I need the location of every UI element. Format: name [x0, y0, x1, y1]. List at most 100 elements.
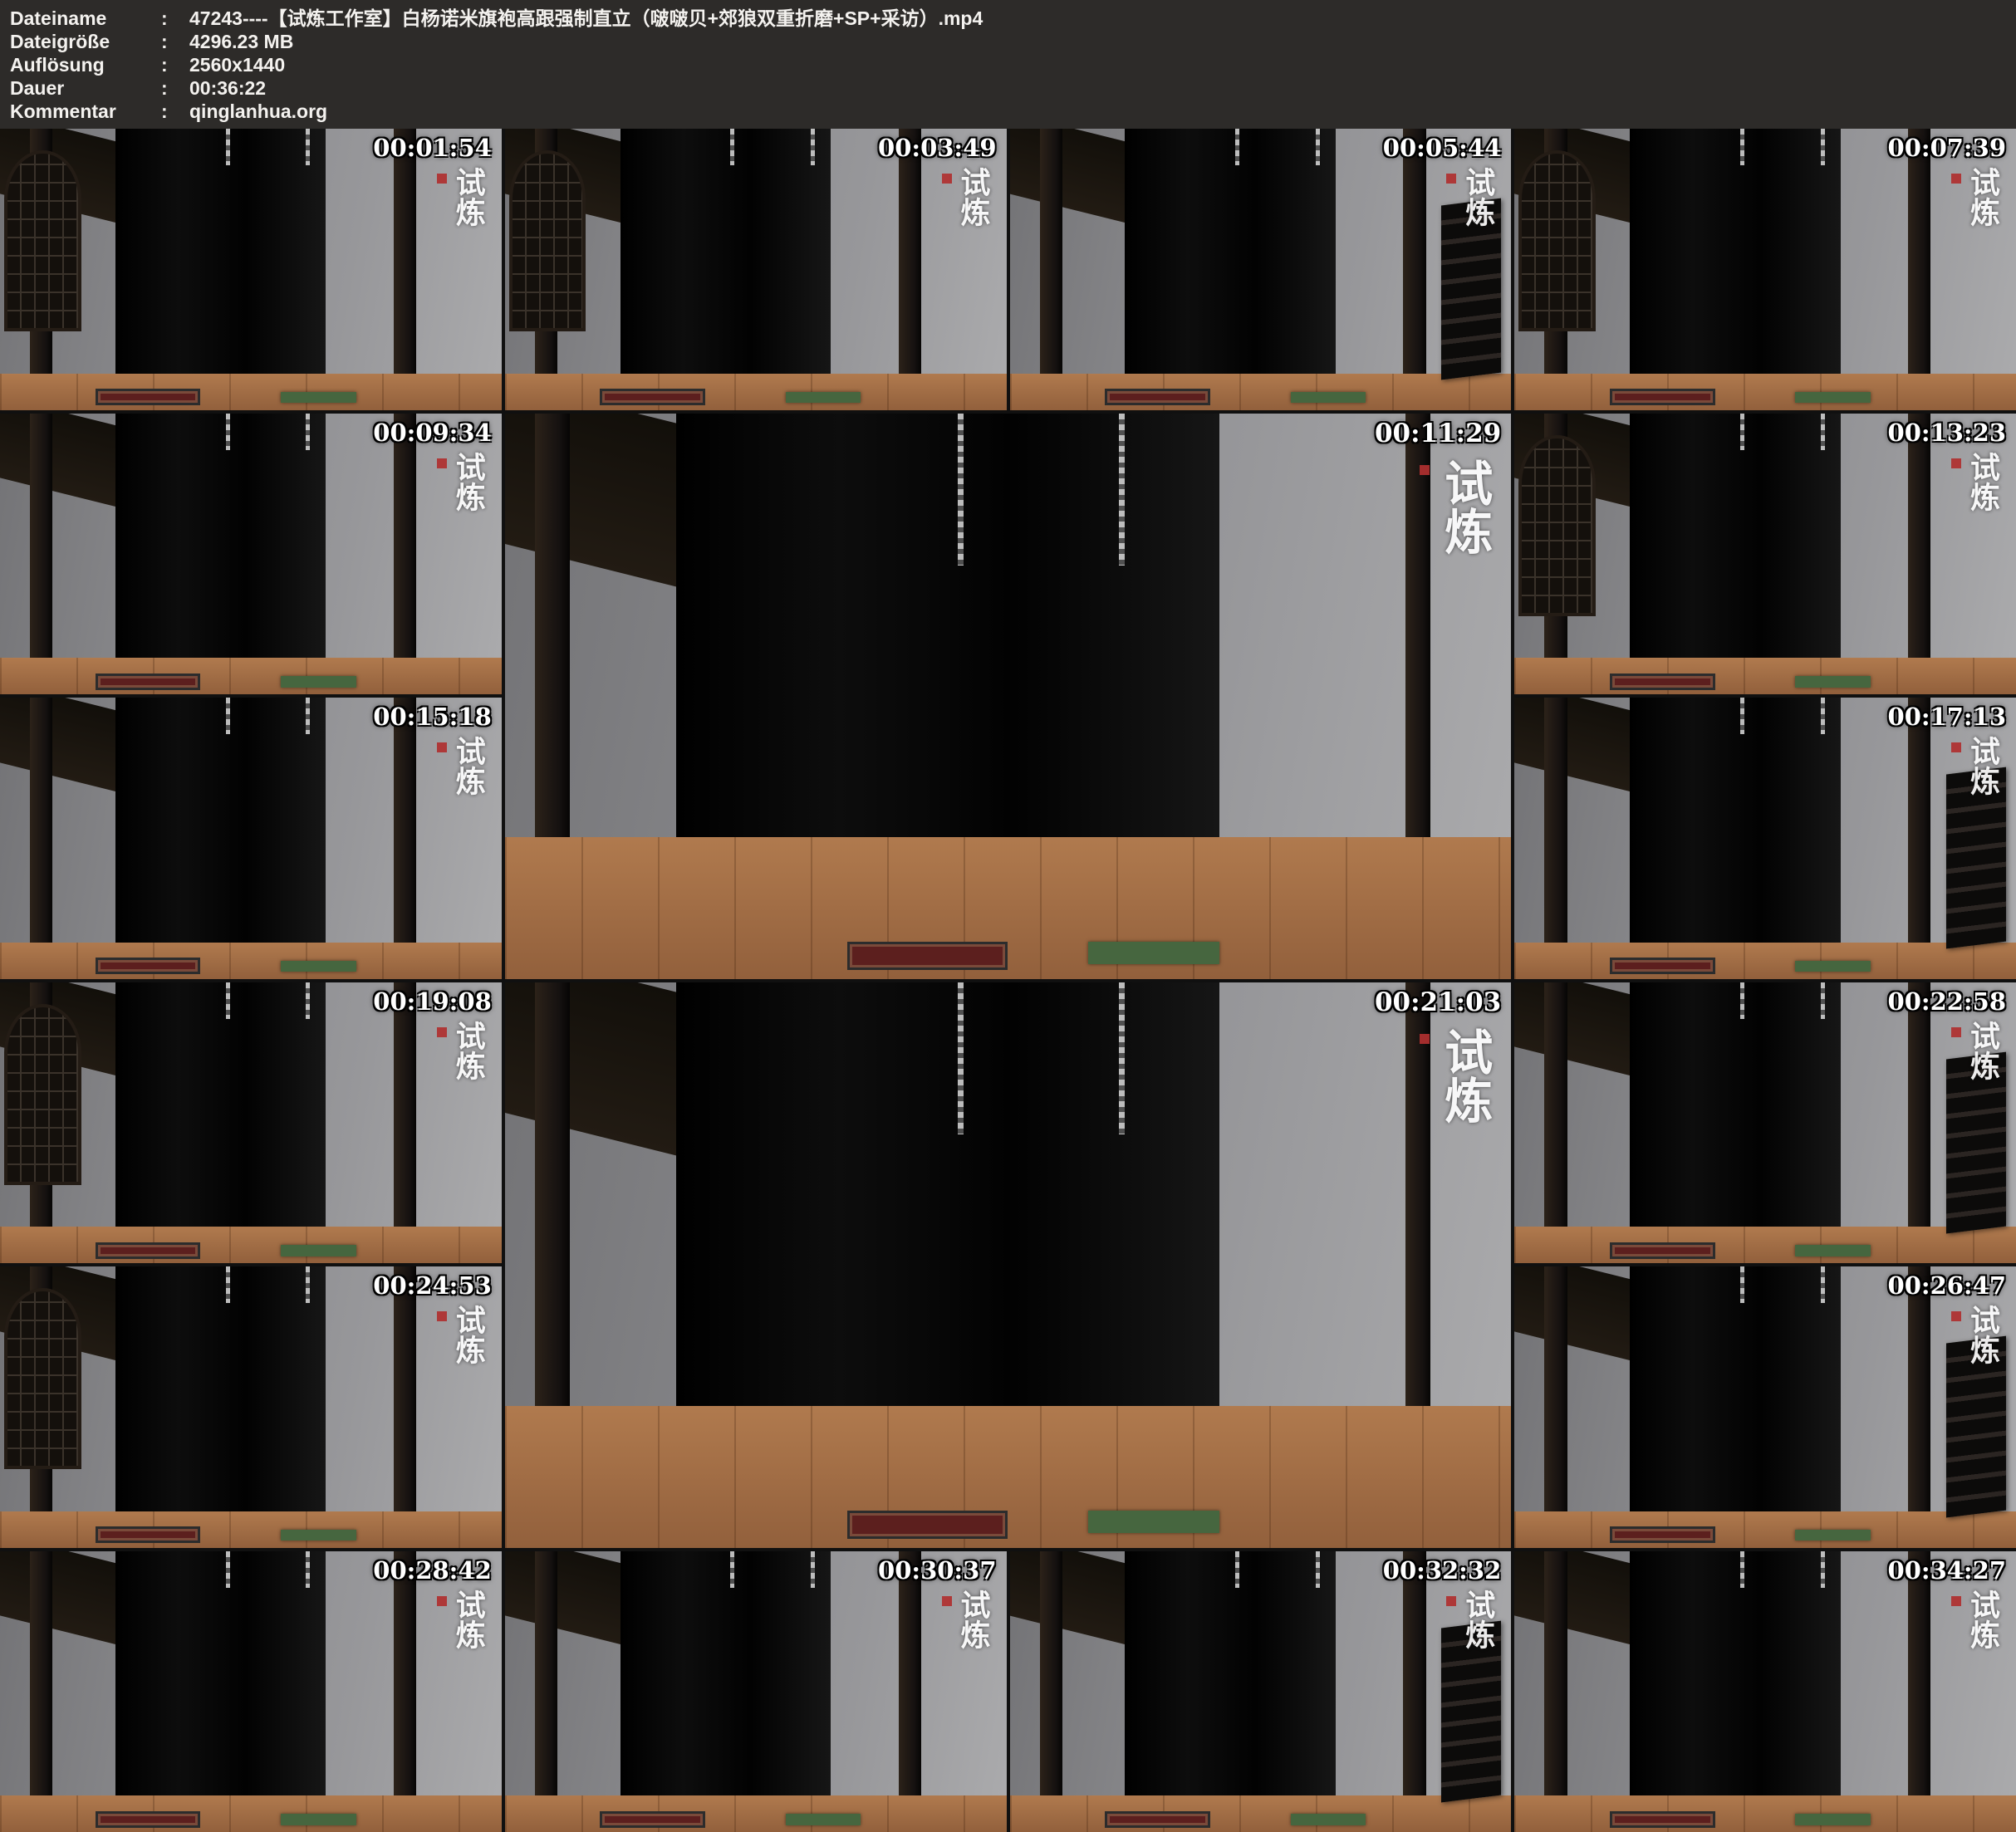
wood-pillar-left: [1040, 129, 1062, 382]
metadata-separator: :: [161, 53, 189, 76]
metadata-row: Dateigröße : 4296.23 MB: [10, 30, 2006, 53]
scene-placeholder: [0, 982, 502, 1264]
green-floor-mat: [281, 961, 356, 972]
hanging-chain-icon: [226, 129, 230, 165]
wood-pillar-right: [394, 129, 416, 382]
hanging-chain-icon: [1119, 414, 1125, 566]
timestamp-overlay: 00:13:23: [1888, 419, 2006, 447]
scene-placeholder: [1514, 698, 2016, 979]
curtain-backdrop: [1125, 129, 1336, 374]
arched-window: [7, 154, 78, 328]
timestamp-overlay: 00:22:58: [1888, 987, 2006, 1016]
red-floor-mat: [600, 389, 705, 405]
metadata-separator: :: [161, 7, 189, 30]
metadata-row: Dateiname : 47243----【试炼工作室】白杨诺米旗袍高跟强制直立…: [10, 7, 2006, 30]
metadata-separator: :: [161, 100, 189, 123]
video-contact-sheet: Dateiname : 47243----【试炼工作室】白杨诺米旗袍高跟强制直立…: [0, 0, 2016, 1832]
curtain-backdrop: [1125, 1551, 1336, 1796]
hanging-chain-icon: [1119, 982, 1125, 1135]
red-floor-mat: [600, 1811, 705, 1828]
scene-placeholder: [1514, 1551, 2016, 1832]
hanging-chain-icon: [1740, 698, 1744, 734]
curtain-backdrop: [115, 982, 326, 1227]
video-thumbnail: 00:24:53 试炼: [0, 1266, 502, 1548]
video-thumbnail: 00:26:47 试炼: [1514, 1266, 2016, 1548]
wood-pillar-left: [1544, 698, 1567, 951]
metadata-header: Dateiname : 47243----【试炼工作室】白杨诺米旗袍高跟强制直立…: [0, 0, 2016, 129]
red-floor-mat: [1610, 1526, 1715, 1543]
hanging-chain-icon: [226, 1551, 230, 1588]
wood-floor: [1514, 1227, 2016, 1263]
scene-placeholder: [1514, 982, 2016, 1264]
metadata-row: Auflösung : 2560x1440: [10, 53, 2006, 76]
timestamp-overlay: 00:09:34: [373, 419, 491, 447]
watermark-logo: 试炼: [1951, 167, 2004, 227]
hanging-chain-icon: [1740, 414, 1744, 450]
wood-pillar-right: [899, 129, 921, 382]
hanging-chain-icon: [1821, 129, 1825, 165]
green-floor-mat: [281, 392, 356, 404]
wood-pillar-right: [394, 982, 416, 1236]
wood-floor: [505, 1406, 1512, 1547]
scene-placeholder: [505, 129, 1007, 410]
hanging-chain-icon: [226, 982, 230, 1019]
green-floor-mat: [281, 1530, 356, 1541]
wood-pillar-right: [1908, 129, 1930, 382]
green-floor-mat: [281, 1814, 356, 1825]
video-thumbnail: 00:34:27 试炼: [1514, 1551, 2016, 1832]
scene-placeholder: [0, 1551, 502, 1832]
scene-placeholder: [505, 1551, 1007, 1832]
wood-floor: [1514, 658, 2016, 694]
wood-pillar-left: [30, 1551, 52, 1805]
wood-floor: [1010, 374, 1512, 410]
curtain-backdrop: [1630, 129, 1841, 374]
hanging-chain-icon: [226, 1266, 230, 1303]
red-floor-mat: [96, 674, 201, 690]
wood-floor: [1514, 943, 2016, 979]
metadata-value: 00:36:22: [189, 76, 2006, 100]
hanging-chain-icon: [1316, 129, 1320, 165]
metadata-label: Auflösung: [10, 53, 161, 76]
red-floor-mat: [847, 942, 1008, 970]
hanging-chain-icon: [226, 698, 230, 734]
watermark-logo: 试炼: [437, 167, 490, 227]
wood-pillar-right: [1908, 698, 1930, 951]
red-floor-mat: [96, 958, 201, 974]
red-floor-mat: [1610, 674, 1715, 690]
timestamp-overlay: 00:03:49: [878, 134, 996, 162]
arched-window: [1522, 154, 1592, 328]
thumbnail-grid: 00:01:54 试炼 00:03:49 试炼: [0, 129, 2016, 1832]
scene-placeholder: [0, 698, 502, 979]
green-floor-mat: [281, 676, 356, 688]
video-thumbnail: 00:17:13 试炼: [1514, 698, 2016, 979]
timestamp-overlay: 00:07:39: [1888, 134, 2006, 162]
scene-placeholder: [1514, 129, 2016, 410]
metadata-label: Dateiname: [10, 7, 161, 30]
timestamp-overlay: 00:26:47: [1888, 1271, 2006, 1300]
video-thumbnail: 00:15:18 试炼: [0, 698, 502, 979]
metadata-separator: :: [161, 30, 189, 53]
video-thumbnail: 00:13:23 试炼: [1514, 414, 2016, 695]
wood-pillar-left: [1040, 1551, 1062, 1805]
curtain-backdrop: [620, 1551, 831, 1796]
curtain-backdrop: [620, 129, 831, 374]
wood-pillar-right: [394, 698, 416, 951]
video-thumbnail: 00:19:08 试炼: [0, 982, 502, 1264]
wood-pillar-left: [30, 698, 52, 951]
wood-pillar-left: [1544, 1551, 1567, 1805]
scene-placeholder: [1010, 1551, 1512, 1832]
scene-placeholder: [1010, 129, 1512, 410]
wood-pillar-right: [1908, 1551, 1930, 1805]
hanging-chain-icon: [306, 1551, 310, 1588]
watermark-logo: 试炼: [1951, 1305, 2004, 1364]
wood-floor: [0, 943, 502, 979]
video-thumbnail: 00:09:34 试炼: [0, 414, 502, 695]
hanging-chain-icon: [958, 982, 964, 1135]
green-floor-mat: [1795, 392, 1871, 404]
hanging-chain-icon: [730, 129, 734, 165]
hanging-chain-icon: [1821, 698, 1825, 734]
watermark-logo: 试炼: [1951, 1021, 2004, 1080]
curtain-backdrop: [115, 1551, 326, 1796]
video-thumbnail: 00:28:42 试炼: [0, 1551, 502, 1832]
curtain-backdrop: [676, 982, 1219, 1407]
